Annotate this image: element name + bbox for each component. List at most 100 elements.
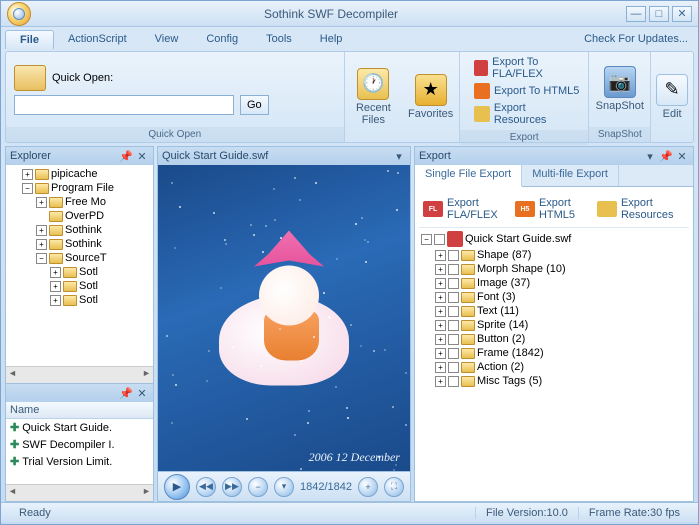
tree-item[interactable]: +Sotl [8,293,151,307]
quick-open-input[interactable] [14,95,234,115]
expand-icon[interactable]: + [36,225,47,236]
export-tree[interactable]: −Quick Start Guide.swf+Shape (87)+Morph … [419,228,689,390]
panel-pin-button[interactable]: 📌 [119,149,133,163]
expand-icon[interactable]: + [435,250,446,261]
checkbox[interactable] [448,250,459,261]
close-button[interactable]: ✕ [672,6,692,22]
expand-icon[interactable]: + [435,376,446,387]
panel-close-button[interactable]: ✕ [135,149,149,163]
expand-icon[interactable]: − [22,183,33,194]
expand-icon[interactable]: + [36,239,47,250]
menu-actionscript[interactable]: ActionScript [54,30,141,48]
expand-icon[interactable]: + [36,197,47,208]
tree-item[interactable]: +pipicache [8,167,151,181]
expand-icon[interactable]: + [22,169,33,180]
explorer-scrollbar[interactable] [6,366,153,383]
checkbox[interactable] [448,320,459,331]
expand-icon[interactable]: + [435,306,446,317]
menu-help[interactable]: Help [306,30,357,48]
menu-tools[interactable]: Tools [252,30,306,48]
file-list[interactable]: ✚Quick Start Guide.✚SWF Decompiler I.✚Tr… [6,419,153,484]
export-res-item[interactable]: Export Resources [597,197,676,221]
expand-icon[interactable]: + [435,348,446,359]
tree-item[interactable]: +Sotl [8,265,151,279]
export-tree-item[interactable]: +Misc Tags (5) [421,374,687,388]
checkbox[interactable] [448,362,459,373]
tree-item[interactable]: +Sothink [8,237,151,251]
checkbox[interactable] [448,348,459,359]
snapshot-button[interactable]: 📷 SnapShot [592,62,648,116]
lower-pin-button[interactable]: 📌 [119,386,133,400]
checkbox[interactable] [448,334,459,345]
list-item[interactable]: ✚Trial Version Limit. [6,453,153,470]
expand-icon[interactable]: + [435,320,446,331]
export-fla-item[interactable]: FLExport FLA/FLEX [423,197,497,221]
tree-item[interactable]: +Free Mo [8,195,151,209]
checkbox[interactable] [448,292,459,303]
preview-dropdown[interactable]: ▾ [392,149,406,163]
export-tree-item[interactable]: +Sprite (14) [421,318,687,332]
lower-close-button[interactable]: ✕ [135,386,149,400]
export-resources-button[interactable]: Export Resources [474,102,580,126]
checkbox[interactable] [448,278,459,289]
export-html5-item[interactable]: H5Export HTML5 [515,197,579,221]
export-tree-item[interactable]: +Text (11) [421,304,687,318]
export-tree-item[interactable]: +Shape (87) [421,248,687,262]
zoom-out-button[interactable]: − [248,477,268,497]
export-tree-item[interactable]: +Image (37) [421,276,687,290]
filelist-scrollbar[interactable] [6,484,153,501]
expand-icon[interactable]: + [435,362,446,373]
menu-view[interactable]: View [141,30,193,48]
zoom-in-button[interactable]: + [358,477,378,497]
tree-item[interactable]: −SourceT [8,251,151,265]
checkbox[interactable] [434,234,445,245]
checkbox[interactable] [448,264,459,275]
tree-item[interactable]: −Program File [8,181,151,195]
export-tree-item[interactable]: +Font (3) [421,290,687,304]
expand-icon[interactable]: + [435,292,446,303]
check-updates-link[interactable]: Check For Updates... [584,33,688,45]
expand-icon[interactable]: + [435,278,446,289]
expand-icon[interactable]: + [435,264,446,275]
expand-icon[interactable]: + [50,295,61,306]
export-dropdown-button[interactable]: ▾ [643,149,657,163]
zoom-dropdown[interactable]: ▾ [274,477,294,497]
tree-item[interactable]: +Sotl [8,279,151,293]
list-item[interactable]: ✚SWF Decompiler I. [6,436,153,453]
expand-icon[interactable]: − [421,234,432,245]
export-html5-button[interactable]: Export To HTML5 [474,83,580,99]
expand-icon[interactable]: + [50,267,61,278]
tab-single-export[interactable]: Single File Export [415,165,522,187]
play-button[interactable]: ▶ [164,474,190,500]
edit-button[interactable]: ✎ Edit [652,70,692,124]
list-item[interactable]: ✚Quick Start Guide. [6,419,153,436]
expand-icon[interactable]: − [36,253,47,264]
open-folder-icon[interactable] [14,65,46,91]
export-tree-item[interactable]: +Button (2) [421,332,687,346]
fullscreen-button[interactable]: ⛶ [384,477,404,497]
tab-multi-export[interactable]: Multi-file Export [522,165,619,186]
menu-config[interactable]: Config [192,30,252,48]
checkbox[interactable] [448,306,459,317]
tree-item[interactable]: OverPD [8,209,151,223]
expand-icon[interactable]: + [50,281,61,292]
export-tree-item[interactable]: +Frame (1842) [421,346,687,360]
recent-files-button[interactable]: 🕐 Recent Files [345,64,401,130]
checkbox[interactable] [448,376,459,387]
export-tree-item[interactable]: +Morph Shape (10) [421,262,687,276]
explorer-tree[interactable]: +pipicache−Program File+Free MoOverPD+So… [6,165,153,366]
export-tree-item[interactable]: +Action (2) [421,360,687,374]
minimize-button[interactable]: — [626,6,646,22]
go-button[interactable]: Go [240,95,269,115]
export-tree-root[interactable]: −Quick Start Guide.swf [421,230,687,248]
favorites-button[interactable]: ★ Favorites [403,70,459,124]
menu-file[interactable]: File [5,30,54,49]
export-fla-button[interactable]: Export To FLA/FLEX [474,56,580,80]
export-close-button[interactable]: ✕ [675,149,689,163]
name-column-header[interactable]: Name [6,402,153,419]
export-pin-button[interactable]: 📌 [659,149,673,163]
forward-button[interactable]: ▶▶ [222,477,242,497]
expand-icon[interactable]: + [435,334,446,345]
rewind-button[interactable]: ◀◀ [196,477,216,497]
tree-item[interactable]: +Sothink [8,223,151,237]
